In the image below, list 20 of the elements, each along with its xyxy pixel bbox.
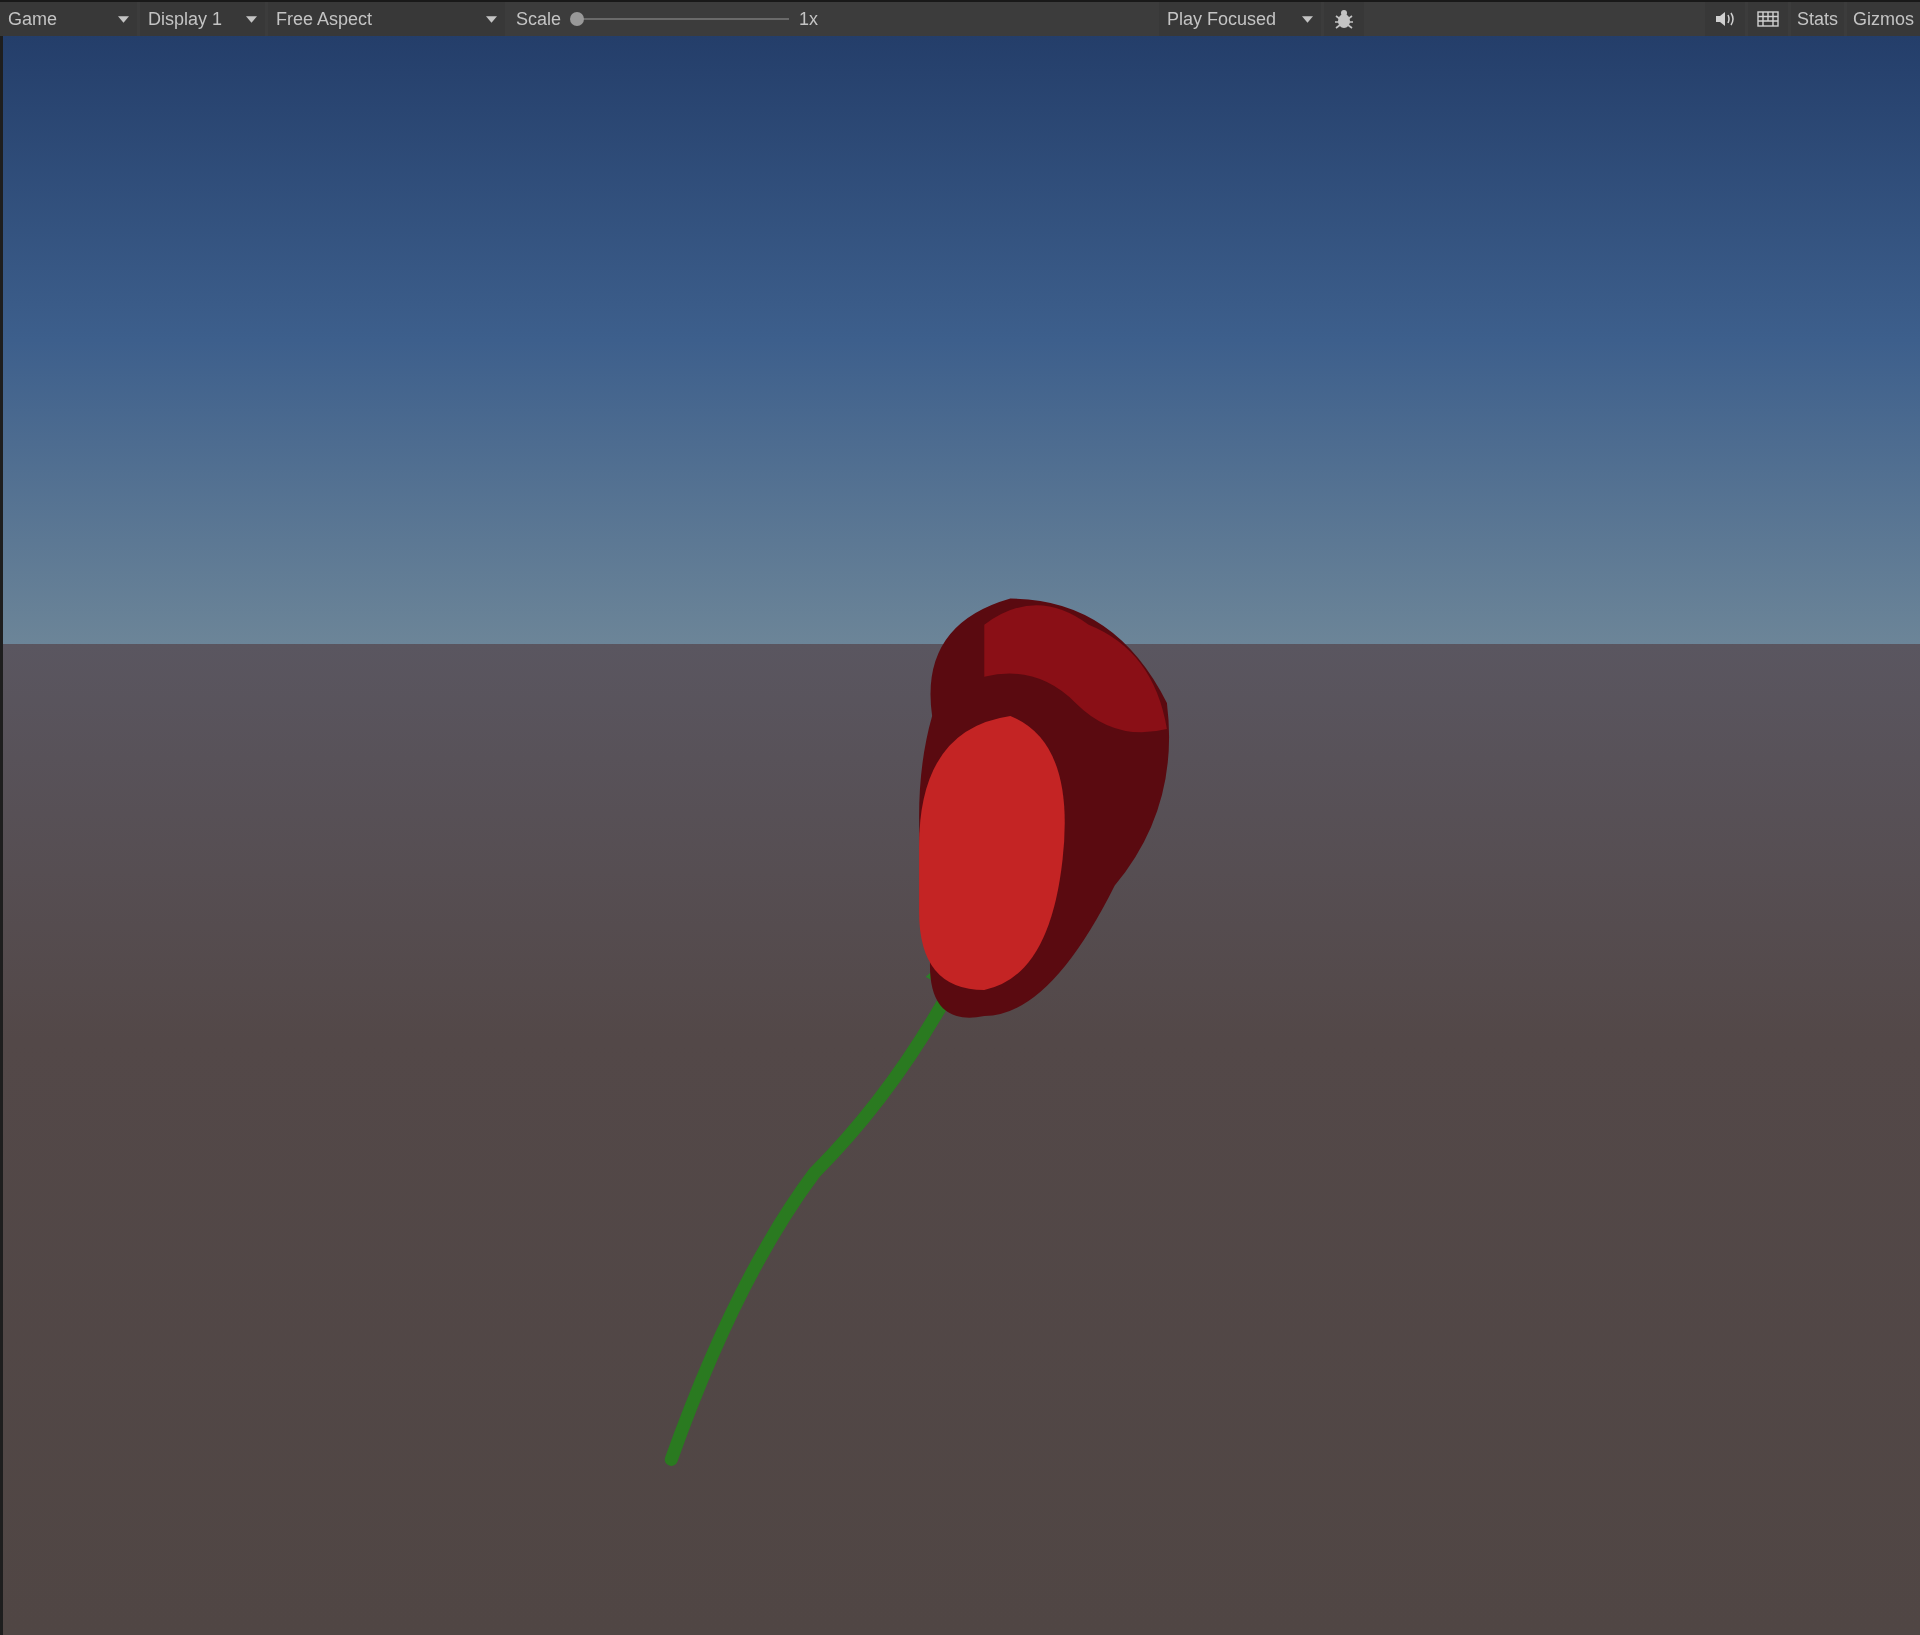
caret-icon bbox=[1302, 15, 1313, 23]
scale-label: Scale bbox=[516, 8, 562, 30]
keyboard-icon bbox=[1756, 11, 1779, 27]
caret-icon bbox=[246, 15, 257, 23]
caret-icon bbox=[118, 15, 129, 23]
view-dropdown[interactable]: Game bbox=[0, 2, 137, 36]
display-dropdown[interactable]: Display 1 bbox=[140, 2, 265, 36]
debug-button[interactable] bbox=[1324, 2, 1364, 36]
play-mode-dropdown[interactable]: Play Focused bbox=[1159, 2, 1321, 36]
audio-mute-button[interactable] bbox=[1704, 2, 1745, 36]
slider-thumb[interactable] bbox=[570, 12, 585, 26]
caret-icon bbox=[486, 15, 497, 23]
gizmos-button[interactable]: Gizmos bbox=[1847, 2, 1920, 36]
scale-value: 1x bbox=[799, 8, 819, 30]
aspect-dropdown[interactable]: Free Aspect bbox=[268, 2, 505, 36]
scale-slider[interactable] bbox=[571, 11, 790, 27]
speaker-icon bbox=[1714, 12, 1735, 26]
stats-button[interactable]: Stats bbox=[1790, 2, 1844, 36]
bug-icon bbox=[1334, 8, 1354, 30]
keyboard-button[interactable] bbox=[1747, 2, 1788, 36]
